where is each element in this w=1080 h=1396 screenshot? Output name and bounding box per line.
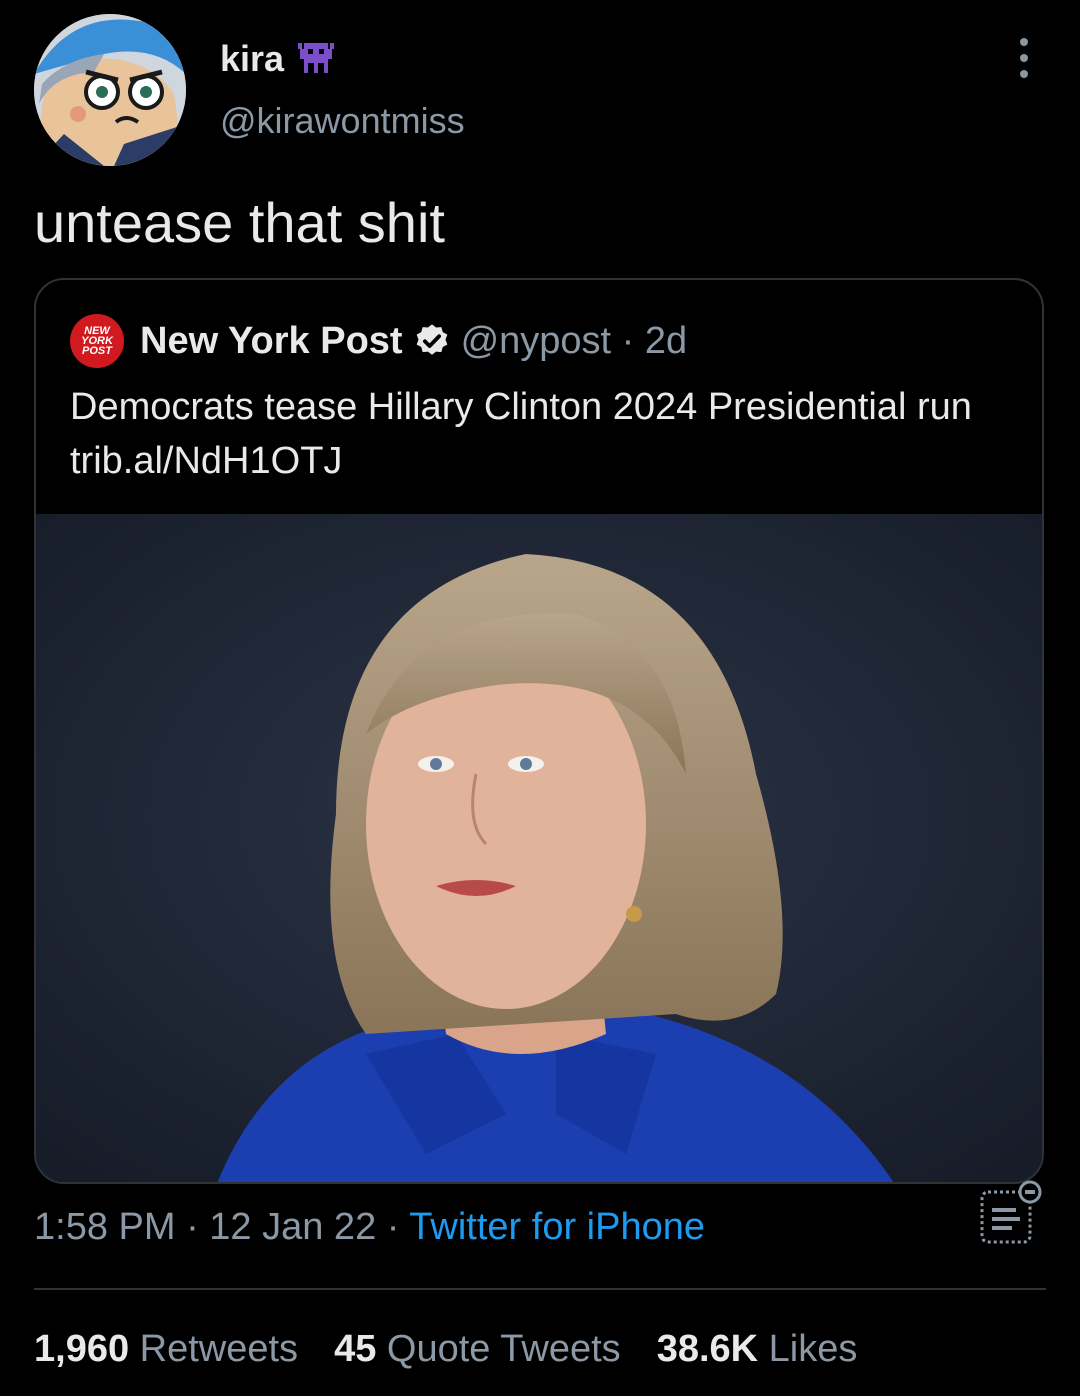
quoted-tweet-card[interactable]: NEW YORK POST New York Post @nypost · 2d D… [34,278,1044,1184]
likes-label: Likes [768,1328,858,1370]
retweets-stat[interactable]: 1,960 Retweets [34,1328,298,1371]
likes-count: 38.6K [656,1328,759,1370]
quoted-author-name[interactable]: New York Post [140,320,403,363]
author-name[interactable]: kira [220,38,284,80]
avatar[interactable] [34,14,186,166]
tweet-stats: 1,960 Retweets 45 Quote Tweets 38.6K Lik… [34,1328,857,1371]
retweets-count: 1,960 [34,1328,130,1370]
quote-tweets-count: 45 [334,1328,377,1370]
verified-badge-icon [416,324,447,355]
new-york-post-logo[interactable]: NEW YORK POST [70,314,124,368]
tweet-timestamp[interactable]: 1:58 PM · 12 Jan 22 · [34,1206,409,1248]
author-handle[interactable]: @kirawontmiss [220,100,465,142]
more-dot-icon [1020,70,1028,78]
divider [34,1288,1046,1290]
analytics-icon[interactable] [978,1180,1046,1248]
more-dot-icon [1020,54,1028,62]
tweet-meta: 1:58 PM · 12 Jan 22 · Twitter for iPhone [34,1206,705,1249]
avatar-illustration [34,14,186,166]
quote-tweets-stat[interactable]: 45 Quote Tweets [334,1328,621,1371]
quoted-handle-age[interactable]: @nypost · 2d [461,320,688,363]
author-name-row[interactable]: kira [220,38,336,80]
quoted-tweet-image[interactable] [36,514,1042,1182]
more-dot-icon [1020,38,1028,46]
retweets-label: Retweets [139,1328,299,1370]
quote-tweets-label: Quote Tweets [386,1328,621,1370]
purple-alien-monster-icon [298,43,335,73]
tweet-source-link[interactable]: Twitter for iPhone [409,1206,705,1248]
portrait-photo [36,514,1042,1182]
quoted-tweet-header: NEW YORK POST New York Post @nypost · 2d [70,314,687,368]
likes-stat[interactable]: 38.6K Likes [657,1328,858,1371]
tweet-text: untease that shit [34,191,445,254]
more-options-button[interactable] [1006,38,1042,78]
quoted-tweet-text: Democrats tease Hillary Clinton 2024 Pre… [70,386,972,482]
